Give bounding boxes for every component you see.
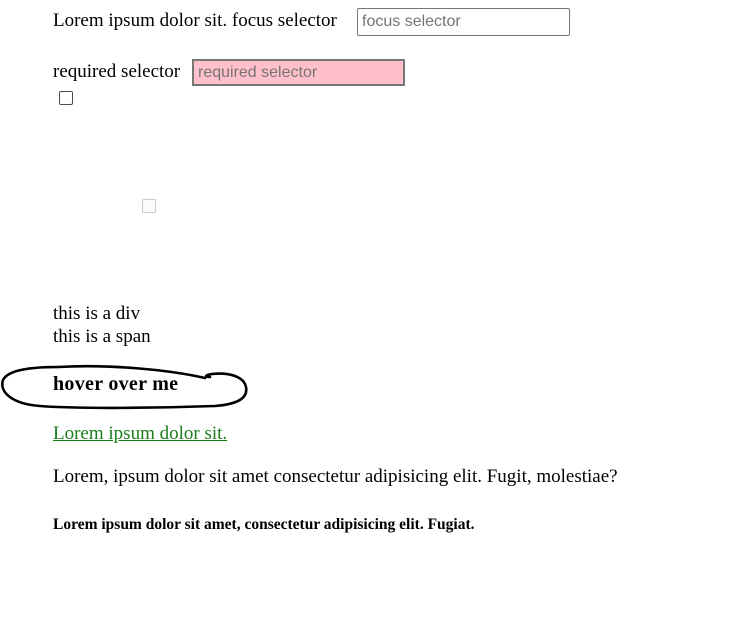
focus-selector-label: Lorem ipsum dolor sit. focus selector bbox=[53, 10, 337, 31]
checkbox-enabled[interactable] bbox=[59, 91, 73, 105]
required-selector-label: required selector bbox=[53, 61, 181, 82]
span-text: this is a span bbox=[53, 326, 151, 347]
bold-paragraph-text: Lorem ipsum dolor sit amet, consectetur … bbox=[53, 516, 475, 533]
required-selector-input[interactable] bbox=[192, 59, 405, 86]
focus-selector-input[interactable] bbox=[357, 8, 570, 36]
div-text: this is a div bbox=[53, 303, 141, 324]
checkbox-disabled bbox=[142, 199, 156, 213]
lorem-link[interactable]: Lorem ipsum dolor sit. bbox=[53, 423, 227, 445]
hover-over-me-text[interactable]: hover over me bbox=[53, 373, 178, 395]
paragraph-text: Lorem, ipsum dolor sit amet consectetur … bbox=[53, 466, 618, 487]
